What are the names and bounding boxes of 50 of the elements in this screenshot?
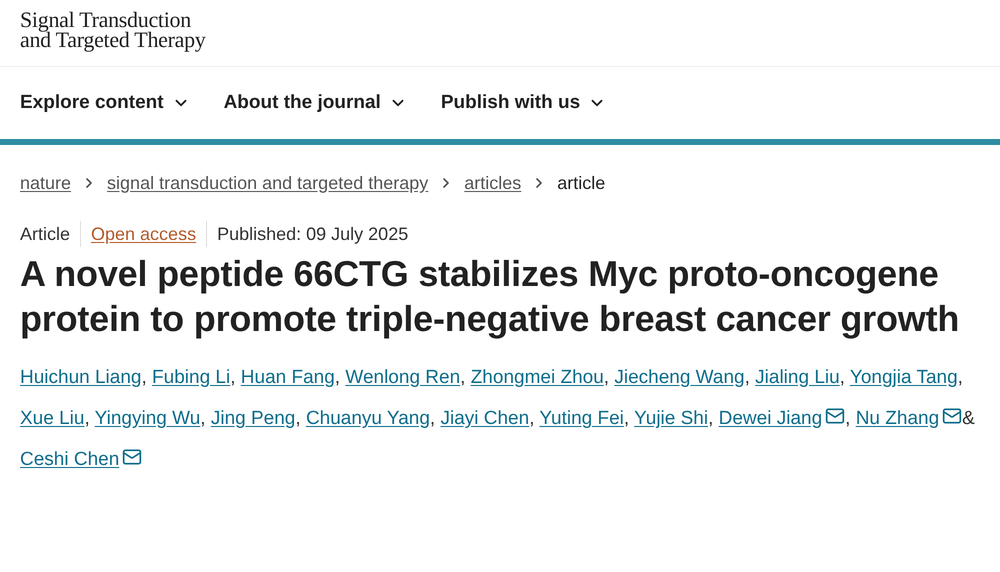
author-link[interactable]: Dewei Jiang [718, 408, 822, 429]
author-link[interactable]: Wenlong Ren [345, 367, 460, 388]
author-link[interactable]: Yingying Wu [94, 408, 200, 429]
mail-icon[interactable] [122, 447, 142, 467]
breadcrumb-link[interactable]: signal transduction and targeted therapy [107, 170, 428, 196]
author-separator: , [604, 367, 610, 388]
journal-logo[interactable]: Signal Transduction and Targeted Therapy [20, 10, 206, 50]
nav-menu-button[interactable]: Publish with us [440, 88, 606, 118]
open-access-link[interactable]: Open access [91, 220, 196, 248]
author-separator: , [200, 408, 206, 429]
mail-icon[interactable] [942, 406, 962, 426]
author-link[interactable]: Xue Liu [20, 408, 84, 429]
author-separator: , [295, 408, 301, 429]
author-separator: , [744, 367, 750, 388]
author-link[interactable]: Yongjia Tang [850, 367, 958, 388]
author-separator: & [962, 408, 975, 429]
author-separator: , [430, 408, 436, 429]
author-separator: , [624, 408, 630, 429]
author-separator: , [141, 367, 147, 388]
nav-menu-button[interactable]: About the journal [224, 88, 407, 118]
author-link[interactable]: Jing Peng [210, 408, 296, 429]
author-separator: , [84, 408, 90, 429]
author-link[interactable]: Zhongmei Zhou [470, 367, 604, 388]
author-separator: , [708, 408, 714, 429]
nav-menu-button[interactable]: Explore content [20, 88, 190, 118]
author-link[interactable]: Jiecheng Wang [614, 367, 745, 388]
author-link[interactable]: Chuanyu Yang [306, 408, 430, 429]
author-separator: , [958, 367, 963, 388]
published-date: Published: 09 July 2025 [217, 222, 408, 246]
article-type: Article [20, 222, 70, 246]
breadcrumb-link[interactable]: nature [20, 170, 72, 196]
author-separator: , [529, 408, 534, 429]
author-link[interactable]: Huan Fang [240, 367, 335, 388]
author-separator: , [460, 367, 466, 388]
author-link[interactable]: Yujie Shi [634, 408, 708, 429]
article-title: A novel peptide 66CTG stabilizes Myc proto-oncogene protein to promote triple-negative breast cancer growth [19, 252, 960, 341]
author-link[interactable]: Jiayi Chen [440, 408, 530, 429]
author-link[interactable]: Nu Zhang [856, 408, 940, 429]
breadcrumb-link[interactable]: article [557, 170, 606, 196]
author-separator: , [845, 408, 850, 429]
mail-icon[interactable] [825, 406, 846, 426]
author-link[interactable]: Ceshi Chen [20, 449, 120, 470]
breadcrumb-link[interactable]: articles [464, 170, 522, 196]
author-separator: , [230, 367, 236, 388]
author-link[interactable]: Huichun Liang [20, 367, 142, 388]
author-separator: , [334, 367, 340, 388]
author-separator: , [840, 367, 845, 388]
author-link[interactable]: Yuting Fei [539, 408, 624, 429]
author-link[interactable]: Jialing Liu [755, 367, 840, 388]
author-link[interactable]: Fubing Li [152, 367, 230, 388]
